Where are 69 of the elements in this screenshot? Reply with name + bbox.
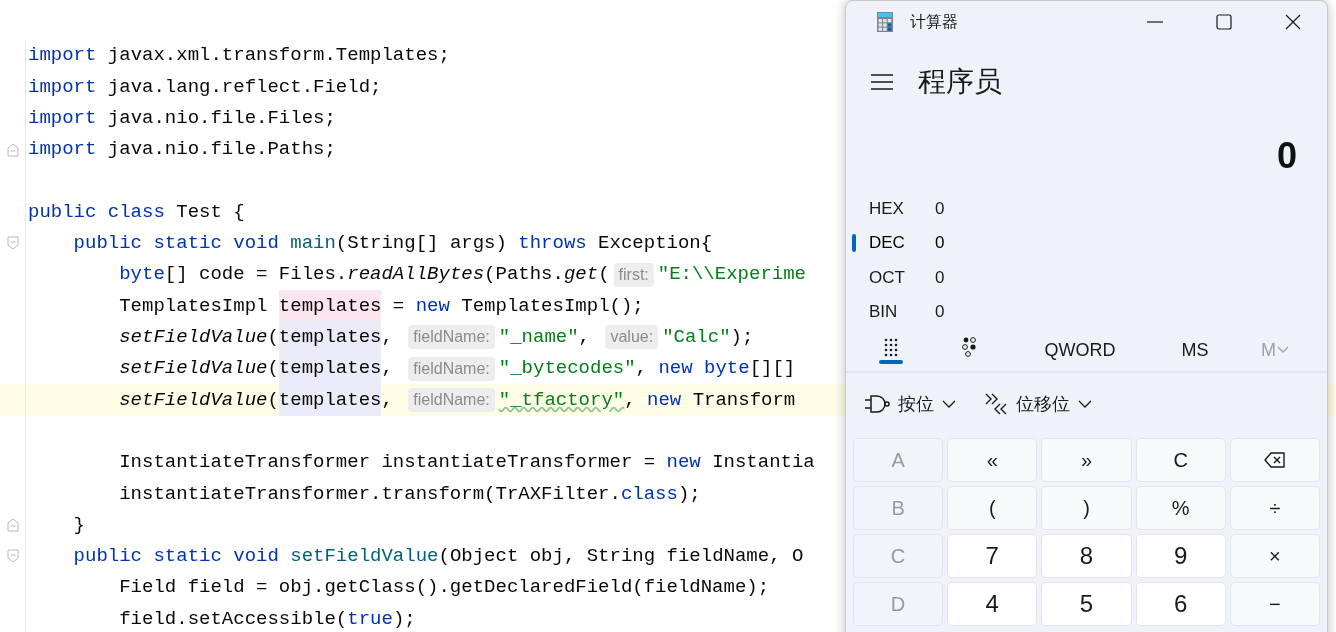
- result-display: 0: [1276, 134, 1297, 178]
- code-text: import java.nio.file.Paths;: [28, 137, 336, 163]
- calculator-key[interactable]: 7: [947, 534, 1038, 578]
- calculator-key[interactable]: 6: [1135, 582, 1226, 626]
- window-title: 计算器: [910, 12, 958, 32]
- inlay-hint: value:: [605, 325, 659, 350]
- calculator-key[interactable]: 5: [1041, 582, 1132, 626]
- inlay-hint: fieldName:: [408, 325, 495, 350]
- chevron-down-icon: [942, 400, 956, 408]
- word-size-button[interactable]: QWORD: [1036, 330, 1124, 370]
- radix-row[interactable]: OCT 0: [846, 260, 1327, 295]
- calculator-key[interactable]: ×: [1229, 534, 1320, 578]
- bit-menu-button[interactable]: 按位: [864, 390, 956, 418]
- radix-row[interactable]: DEC 0: [846, 225, 1327, 260]
- backspace-icon: [1263, 452, 1286, 468]
- calculator-key[interactable]: %: [1135, 486, 1226, 530]
- calculator-key[interactable]: 9: [1135, 534, 1226, 578]
- word-size-button[interactable]: MS: [1173, 330, 1217, 370]
- close-icon: [1284, 14, 1301, 30]
- calculator-key[interactable]: 4: [947, 582, 1038, 626]
- minimize-icon: [1146, 21, 1163, 23]
- calculator-key[interactable]: −: [1229, 582, 1320, 626]
- mode-title: 程序员: [918, 65, 1002, 99]
- fold-icon[interactable]: [6, 549, 19, 564]
- calculator-key[interactable]: »: [1041, 438, 1132, 482]
- radix-row[interactable]: HEX 0: [846, 191, 1327, 226]
- calculator-key[interactable]: 8: [1041, 534, 1132, 578]
- code-text: "_name",: [498, 325, 591, 351]
- code-text: setFieldValue(templates,: [28, 354, 405, 383]
- code-text: public static void setFieldValue(Object obj, String fieldName, O: [72, 544, 804, 570]
- logic-gate-icon: [864, 393, 890, 415]
- code-text: import java.lang.reflect.Field;: [28, 74, 382, 100]
- calculator-key[interactable]: (: [947, 486, 1038, 530]
- fold-icon[interactable]: [6, 518, 19, 533]
- code-text: }: [72, 512, 85, 538]
- code-text: field.setAccessible(true);: [118, 606, 416, 632]
- calculator-key[interactable]: ÷: [1229, 486, 1320, 530]
- calculator-key[interactable]: «: [947, 438, 1038, 482]
- chevron-down-icon: [1277, 346, 1289, 354]
- code-text: import javax.xml.transform.Templates;: [28, 43, 450, 69]
- code-text: Field field = obj.getClass().getDeclaredField(fieldName);: [118, 575, 770, 601]
- code-text: "_bytecodes", new byte[][]: [498, 356, 796, 382]
- calculator-key[interactable]: C: [1135, 438, 1226, 482]
- code-text: InstantiateTransformer instantiateTransformer = new Instantia: [118, 450, 815, 476]
- menu-icon: [871, 74, 893, 90]
- backspace-key[interactable]: [1229, 438, 1320, 482]
- code-text: instantiateTransformer.transform(TrAXFilter.class);: [118, 481, 701, 507]
- shift-chevrons-icon: [984, 392, 1008, 416]
- radix-row[interactable]: BIN 0: [846, 294, 1327, 329]
- bit-menu-button[interactable]: 位移位: [984, 390, 1092, 418]
- maximize-icon: [1215, 14, 1232, 30]
- code-text: setFieldValue(templates,: [28, 385, 405, 415]
- code-text: "_tfactory", new Transform: [498, 387, 796, 413]
- code-text: "Calc");: [662, 325, 754, 351]
- inlay-hint: fieldName:: [408, 387, 495, 412]
- code-text: setFieldValue(templates,: [28, 323, 405, 352]
- inlay-hint: fieldName:: [408, 356, 495, 381]
- fold-icon[interactable]: [6, 236, 19, 251]
- chevron-down-icon: [1078, 400, 1092, 408]
- code-text: "E:\\Experime: [657, 262, 806, 288]
- fold-icon[interactable]: [6, 142, 19, 157]
- code-text: public class Test {: [28, 199, 245, 225]
- calculator-app-icon: [876, 11, 894, 33]
- code-text: import java.nio.file.Files;: [28, 106, 336, 131]
- code-text: public static void main(String[] args) throws Exception{: [72, 231, 713, 257]
- calculator-key[interactable]: ): [1041, 486, 1132, 530]
- inlay-hint: first:: [613, 262, 654, 287]
- code-text: TemplatesImpl templates = new TemplatesImpl();: [28, 291, 644, 321]
- code-text: byte[] code = Files.readAllBytes(Paths.get(: [118, 262, 610, 288]
